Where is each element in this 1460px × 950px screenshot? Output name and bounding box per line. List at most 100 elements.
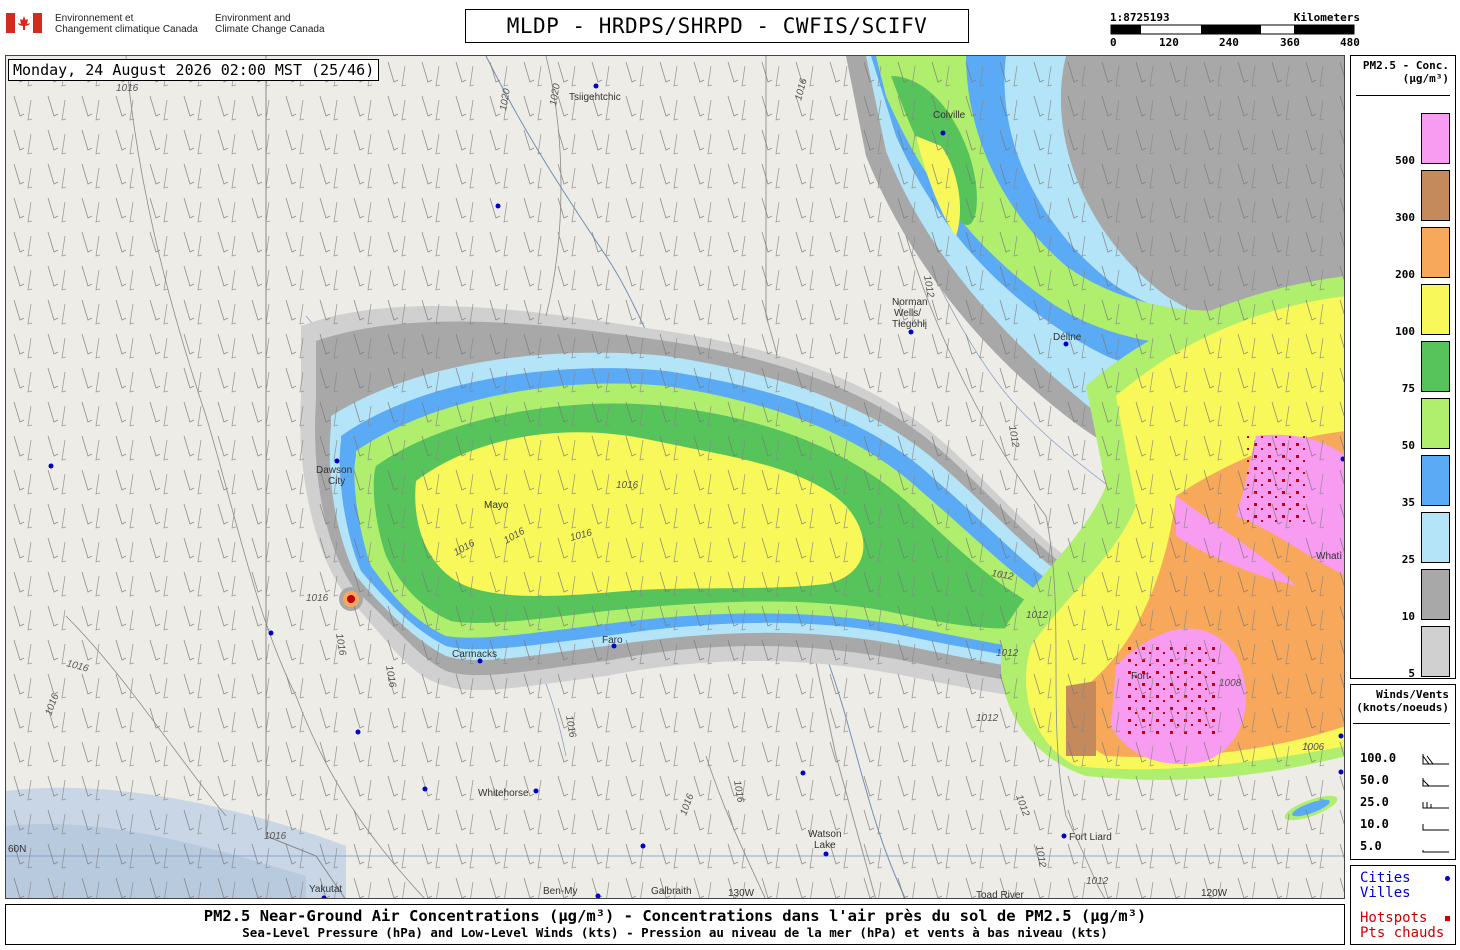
city-marker[interactable]: [334, 458, 340, 464]
place-label: Whitehorse: [478, 788, 529, 799]
city-marker[interactable]: [940, 130, 946, 136]
dept-fr-line1: Environnement et: [55, 13, 134, 24]
place-label: Wells/: [894, 308, 921, 319]
city-marker[interactable]: [595, 893, 601, 899]
canada-flag-icon: [6, 13, 42, 33]
pm25-swatch: [1421, 227, 1450, 278]
wind-speed-label: 5.0: [1360, 839, 1382, 853]
pm25-legend-unit: (μg/m³): [1402, 72, 1449, 85]
place-label: Carmacks: [452, 649, 497, 660]
pm25-swatch: [1421, 626, 1450, 677]
pm25-swatch: [1421, 284, 1450, 335]
longitude-label: 130W: [728, 888, 755, 899]
pm25-swatch-label: 100: [1395, 325, 1415, 338]
department-name-en: Environment and Climate Change Canada: [215, 13, 325, 35]
city-marker[interactable]: [908, 329, 914, 335]
place-label: Faro: [602, 635, 623, 646]
wind-barb-icon: [1422, 824, 1449, 831]
place-label: Whatì: [1316, 551, 1342, 562]
city-marker[interactable]: [268, 630, 274, 636]
wind-legend: Winds/Vents (knots/noeuds) 100.0 50.0 25.0…: [1350, 684, 1456, 860]
cities-label: Cities Villes: [1360, 871, 1411, 901]
place-label: City: [328, 476, 345, 487]
pm25-swatch: [1421, 341, 1450, 392]
legend-divider: [1356, 95, 1450, 96]
pm25-swatch: [1421, 455, 1450, 506]
pm25-swatch: [1421, 569, 1450, 620]
city-marker[interactable]: [533, 788, 539, 794]
pm25-swatch-label: 500: [1395, 154, 1415, 167]
city-marker[interactable]: [593, 83, 599, 89]
department-name-fr: Environnement et Changement climatique C…: [55, 13, 198, 35]
city-marker[interactable]: [355, 729, 361, 735]
isobar-label: 1016: [306, 593, 329, 604]
product-title: MLDP - HRDPS/SHRPD - CWFIS/SCIFV: [465, 9, 969, 43]
isobar-label: 1012: [1086, 876, 1109, 887]
map-panel[interactable]: 1016 1020 1020 1016 1012 1012 1016 1016 …: [5, 55, 1345, 899]
place-label: Mayo: [484, 500, 509, 511]
place-label: Galbraith: [651, 886, 692, 897]
isobar-label: 1008: [1219, 678, 1242, 689]
place-label: Fort Liard: [1069, 832, 1112, 843]
isobar-label: 1012: [996, 648, 1019, 659]
city-marker[interactable]: [48, 463, 54, 469]
place-label: Tłegóhłį: [892, 319, 927, 330]
hotspots-label-en: Hotspots: [1360, 910, 1428, 926]
wind-barb-icon: [1422, 778, 1449, 787]
city-marker[interactable]: [1338, 733, 1344, 739]
isobar-label: 1012: [1026, 610, 1049, 621]
scale-tick: 240: [1219, 36, 1239, 49]
pm25-swatch-label: 35: [1401, 496, 1415, 509]
pm25-swatch-label: 10: [1401, 610, 1415, 623]
city-marker[interactable]: [823, 851, 829, 857]
cities-label-en: Cities: [1360, 870, 1411, 886]
scale-unit: Kilometers: [1293, 11, 1360, 24]
pm25-swatch: [1421, 512, 1450, 563]
pm25-swatch-label: 300: [1395, 211, 1415, 224]
scale-tick: 480: [1340, 36, 1360, 49]
hotspots-label-fr: Pts chauds: [1360, 925, 1445, 941]
longitude-label: 120W: [1201, 888, 1228, 899]
pm25-legend: PM2.5 - Conc. (μg/m³) 500 300 200 100 75 50 35…: [1350, 55, 1456, 680]
place-label: Lake: [814, 840, 836, 851]
latitude-label: 60N: [8, 844, 26, 855]
wind-speed-label: 25.0: [1360, 795, 1389, 809]
place-label: Yakutat: [309, 884, 342, 895]
wind-legend-title: Winds/Vents: [1376, 688, 1449, 701]
wind-barb-icon: [1422, 754, 1449, 765]
place-label: Norman: [892, 297, 928, 308]
city-marker[interactable]: [495, 203, 501, 209]
city-marker[interactable]: [1338, 769, 1344, 775]
pm25-swatch: [1421, 113, 1450, 164]
place-label: Colville: [933, 110, 966, 121]
legend-divider: [1353, 723, 1450, 724]
wind-barbs: [6, 56, 1344, 898]
forecast-timestamp: Monday, 24 August 2026 02:00 MST (25/46): [8, 59, 380, 81]
dept-en-line1: Environment and: [215, 13, 291, 24]
isobar-label: 1012: [976, 713, 999, 724]
place-label: Watson: [808, 829, 842, 840]
hotspot-square-icon: [1445, 916, 1450, 921]
wind-barb-icon: [1422, 850, 1449, 853]
place-label: Dawson: [316, 465, 352, 476]
cities-label-fr: Villes: [1360, 885, 1411, 901]
city-dot-icon: [1445, 876, 1450, 881]
hotspots-label: Hotspots Pts chauds: [1360, 911, 1444, 941]
pm25-swatch: [1421, 398, 1450, 449]
dept-fr-line2: Changement climatique Canada: [55, 24, 198, 35]
pm25-legend-title: PM2.5 - Conc.: [1362, 59, 1449, 72]
city-marker[interactable]: [640, 843, 646, 849]
place-label: Toad River: [976, 890, 1024, 899]
city-marker[interactable]: [800, 770, 806, 776]
pm25-swatch-label: 75: [1401, 382, 1415, 395]
place-label: Ben-My: [543, 886, 577, 897]
wind-barb-icon: [1422, 802, 1449, 809]
footer-line2: Sea-Level Pressure (hPa) and Low-Level W…: [242, 925, 1108, 940]
map-canvas[interactable]: 1016 1020 1020 1016 1012 1012 1016 1016 …: [6, 56, 1345, 899]
pm25-swatch-label: 5: [1408, 667, 1415, 680]
city-marker[interactable]: [1061, 833, 1067, 839]
place-label: Fort: [1131, 671, 1149, 682]
city-marker[interactable]: [422, 786, 428, 792]
scale-tick: 0: [1110, 36, 1117, 49]
scale-bar: 1:8725193 Kilometers 0 120 240 360 480: [1110, 11, 1360, 51]
